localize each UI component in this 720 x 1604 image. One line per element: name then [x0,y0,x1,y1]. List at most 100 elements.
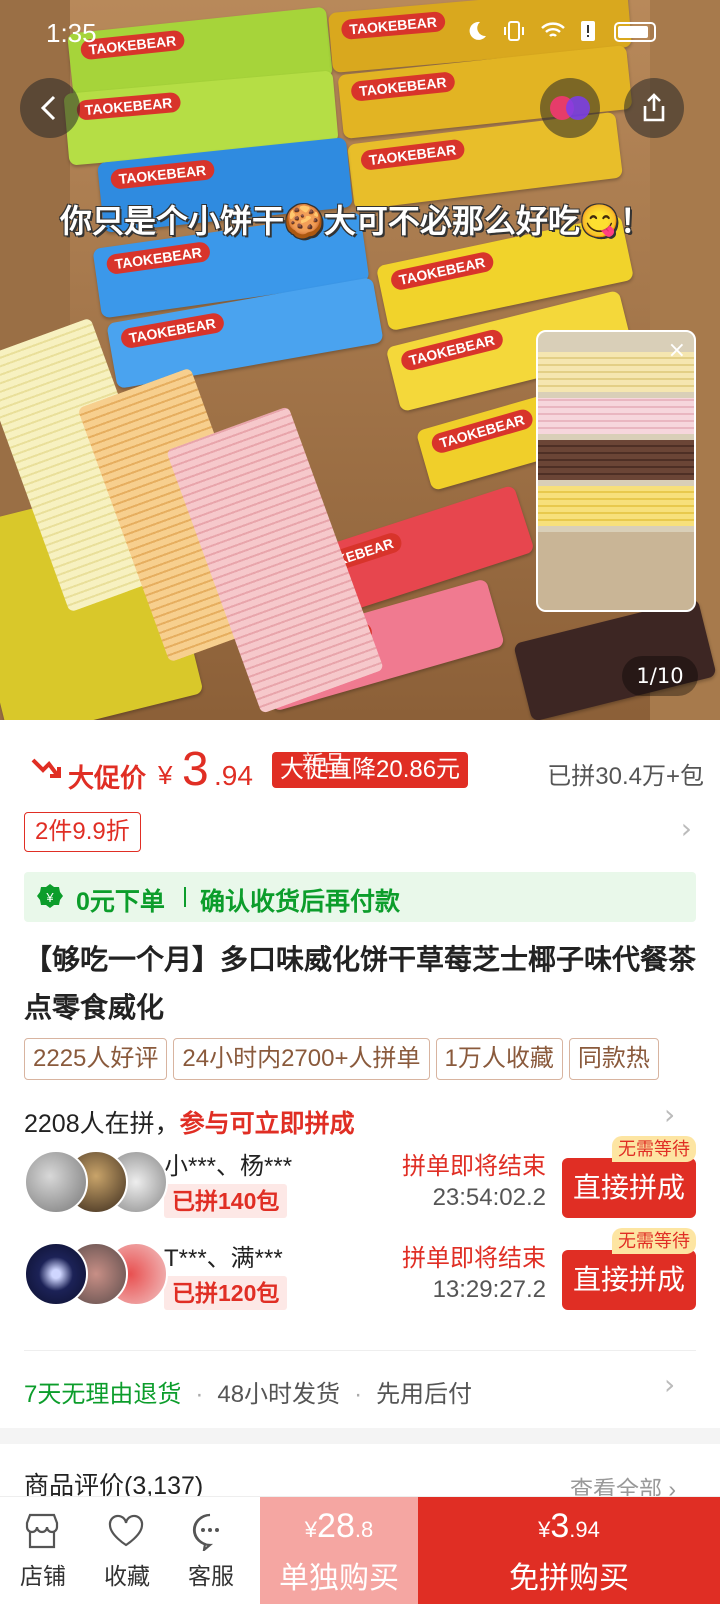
image-caption: 你只是个小饼干🍪大可不必那么好吃😋！ [60,203,652,239]
group-ending-text: 拼单即将结束 [402,1153,546,1180]
group-buy-row: 小***、杨*** 已拼140包 拼单即将结束 23:54:02.2 直接拼成 … [24,1136,696,1222]
status-time: 1:35 [46,18,97,48]
join-group-button[interactable]: 直接拼成 [562,1250,696,1310]
customer-service-label: 客服 [188,1563,234,1589]
group-price: ¥3.94 [418,1507,720,1546]
group-buy-button[interactable]: ¥3.94 免拼购买 [418,1497,720,1604]
new-product-overlap-text: 新品 [302,751,347,776]
heart-icon [108,1514,144,1547]
vibrate-icon [504,21,524,41]
favorite-tab[interactable]: 收藏 [84,1497,170,1604]
badge-orders: 24小时内2700+人拼单 [173,1038,430,1080]
group-member-names: T***、满*** [164,1245,283,1272]
svg-text:¥: ¥ [45,890,54,905]
price-row: 大促价 ¥ 3 .94 大促直降20.86元 新品 已拼30.4万+包 [24,743,704,800]
sold-count: 已拼30.4万+包 [547,763,704,790]
live-button[interactable] [540,78,600,138]
status-bar: 1:35 [0,0,720,62]
product-image-carousel[interactable]: TAOKEBEAR TAOKEBEAR TAOKEBEAR TAOKEBEAR … [0,0,720,720]
group-highlight: 参与可立即拼成 [179,1110,355,1138]
image-counter: 1/10 [622,656,698,696]
avatar [24,1150,88,1214]
bottom-action-bar: 店铺 收藏 客服 ¥28.8 单独购买 ¥3.94 免拼购买 [0,1496,720,1604]
discount-tag: 2件9.9折 [24,812,141,852]
share-button[interactable] [624,78,684,138]
preview-hand [538,532,694,610]
group-buy-label: 免拼购买 [509,1562,629,1595]
chat-icon [192,1513,219,1551]
solo-price-decimal: .8 [354,1517,374,1542]
price-decimal: .94 [214,760,253,791]
price-drop-arrow-icon [31,758,61,778]
badge-check-icon: ¥ [37,884,63,908]
promo-label: 大促价 [68,763,147,793]
zero-down-text: 0元下单 [76,888,165,916]
sim-alert-icon [581,21,595,41]
chevron-right-icon: › [680,812,692,845]
no-wait-tag: 无需等待 [612,1136,696,1162]
price-integer: 3 [182,743,209,796]
group-price-integer: 3 [550,1507,570,1545]
chevron-right-icon: › [664,1098,676,1131]
pay-after-receipt-text: 确认收货后再付款 [200,888,401,916]
no-wait-tag: 无需等待 [612,1228,696,1254]
group-joined-count: 已拼120包 [164,1276,288,1310]
store-icon [25,1513,59,1549]
group-buy-row: T***、满*** 已拼120包 拼单即将结束 13:29:27.2 直接拼成 … [24,1228,696,1314]
join-group-button[interactable]: 直接拼成 [562,1158,696,1218]
solo-price: ¥28.8 [260,1507,418,1546]
group-countdown: 23:54:02.2 [432,1184,546,1211]
avatar [24,1242,88,1306]
group-count: 2208人在拼， [24,1110,180,1138]
avatar-group [24,1150,168,1214]
favorite-label: 收藏 [104,1563,150,1589]
separator-dot: · [195,1381,204,1408]
group-joined-count: 已拼140包 [164,1184,288,1218]
separator-dot: · [354,1381,363,1408]
chevron-left-icon [40,95,56,121]
status-icons [466,20,596,42]
customer-service-tab[interactable]: 客服 [168,1497,254,1604]
pay-later-text: 先用后付 [376,1381,473,1408]
product-title: 【够吃一个月】多口味威化饼干草莓芝士椰子味代餐茶点零食威化 [24,944,697,1023]
store-tab[interactable]: 店铺 [0,1497,86,1604]
solo-price-integer: 28 [317,1507,355,1545]
close-icon[interactable]: × [668,338,686,363]
store-label: 店铺 [20,1563,66,1589]
badge-favorites: 1万人收藏 [435,1038,563,1080]
divider [24,1350,696,1351]
avatar-group [24,1242,168,1306]
group-ending-text: 拼单即将结束 [402,1245,546,1272]
price-currency: ¥ [158,760,173,790]
buy-alone-button[interactable]: ¥28.8 单独购买 [260,1497,418,1604]
group-buy-header[interactable]: 2208人在拼，参与可立即拼成 [24,1104,355,1140]
preview-wafer-pink [538,398,694,434]
back-button[interactable] [20,78,80,138]
preview-wafer-lemon [538,486,694,526]
divider [184,887,186,907]
battery-icon [614,22,656,42]
payment-guarantee-banner[interactable]: ¥ 0元下单 确认收货后再付款 [24,872,696,922]
group-price-decimal: .94 [569,1517,600,1542]
shipping-text: 48小时发货 [217,1381,341,1408]
price-drop-tag: 大促直降20.86元 新品 [272,751,469,788]
share-icon [643,93,665,122]
solo-currency: ¥ [304,1517,318,1542]
section-gap [0,1428,720,1444]
badge-reviews: 2225人好评 [24,1038,168,1080]
group-member-names: 小***、杨*** [164,1153,293,1180]
discount-row[interactable]: 2件9.9折 › [24,812,696,852]
moon-icon [469,21,486,40]
service-guarantees[interactable]: 7天无理由退货 · 48小时发货 · 先用后付 [24,1374,472,1409]
buy-alone-label: 单独购买 [279,1562,399,1595]
preview-wafer-chocolate [538,440,694,480]
group-countdown: 13:29:27.2 [432,1276,546,1303]
return-policy-text: 7天无理由退货 [24,1381,182,1408]
group-currency: ¥ [538,1517,551,1542]
badge-similar: 同款热 [568,1038,659,1080]
live-logo-icon [550,96,590,120]
wifi-icon [541,22,565,37]
chevron-right-icon: › [664,1368,676,1401]
social-proof-badges: 2225人好评 24小时内2700+人拼单 1万人收藏 同款热 [24,1038,720,1084]
video-preview[interactable]: × [536,330,696,612]
